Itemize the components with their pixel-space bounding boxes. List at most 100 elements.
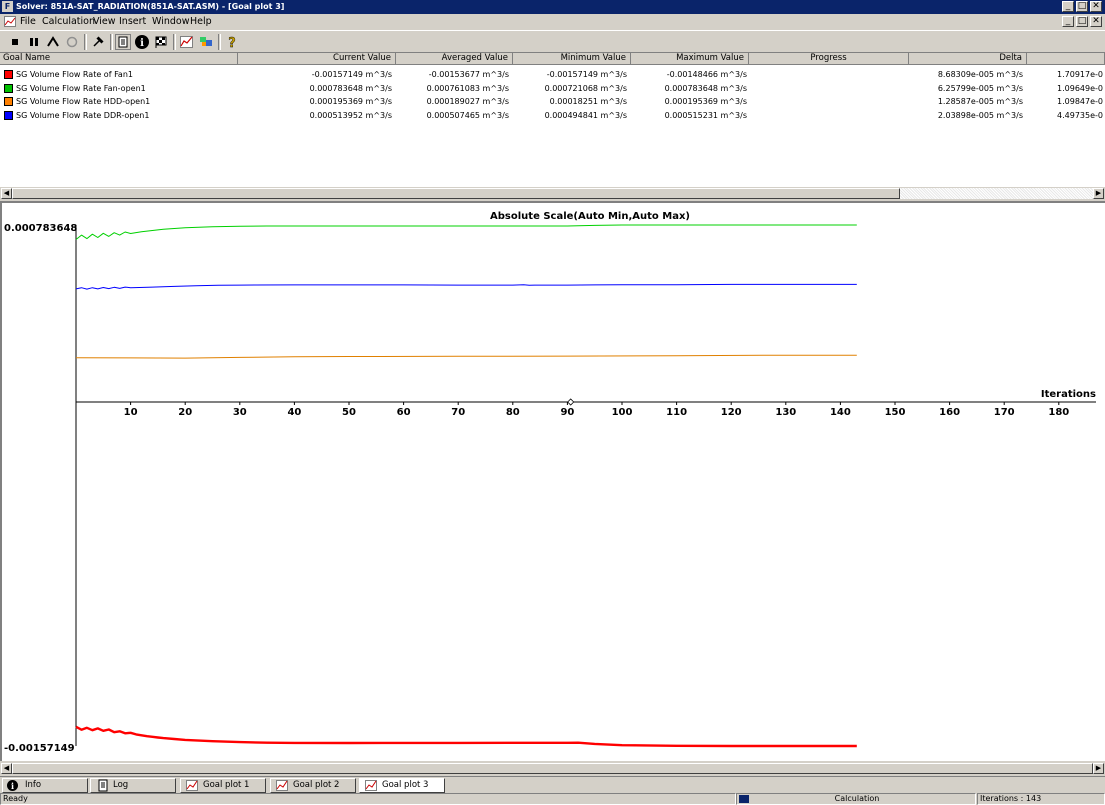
status-iterations: Iterations : 143 (977, 793, 1105, 805)
x-axis-title: Iterations (1041, 389, 1096, 400)
cell-current: 0.000783648 m^3/s (309, 83, 392, 93)
scroll-thumb[interactable] (12, 763, 1093, 774)
goal-plot-icon (276, 780, 288, 791)
x-tick-label: 60 (397, 407, 411, 418)
menu-help[interactable]: Help (190, 16, 212, 28)
svg-text:?: ? (228, 36, 236, 50)
column-header-averaged-value[interactable]: Averaged Value (396, 53, 513, 65)
toolbar-separator (173, 34, 176, 50)
mdi-minimize-button[interactable]: _ (1062, 16, 1074, 27)
scroll-thumb[interactable] (12, 188, 900, 199)
info-icon[interactable]: i (134, 34, 150, 50)
scroll-track[interactable] (900, 188, 1093, 199)
cell-delta: 2.03898e-005 m^3/s (937, 110, 1023, 120)
toolbar: i ? (0, 30, 1105, 53)
tab-label: Goal plot 1 (203, 780, 250, 790)
cell-extra: 1.09847e-0 (1057, 97, 1103, 106)
cell-extra: 4.49735e-0 (1057, 110, 1103, 120)
plot-horizontal-scrollbar[interactable]: ◀ ▶ (0, 761, 1105, 776)
table-horizontal-scrollbar[interactable]: ◀ ▶ (0, 187, 1105, 200)
x-tick-label: 50 (342, 407, 356, 418)
chart-icon[interactable] (4, 16, 16, 27)
x-tick-label: 30 (233, 407, 247, 418)
x-tick-label: 160 (939, 407, 960, 418)
toolbar-separator (218, 34, 221, 50)
column-header-delta[interactable]: Delta (909, 53, 1027, 65)
status-ready: Ready (0, 793, 736, 805)
tab-label: Goal plot 3 (382, 780, 429, 790)
x-tick-label: 80 (506, 407, 520, 418)
help-icon[interactable]: ? (224, 34, 240, 51)
column-header-progress[interactable]: Progress (749, 53, 909, 65)
pause-icon[interactable] (26, 34, 42, 50)
step-icon[interactable] (45, 34, 61, 50)
menu-insert[interactable]: Insert (119, 16, 146, 28)
column-header-maximum-value[interactable]: Maximum Value (631, 53, 749, 65)
cell-delta: 1.28587e-005 m^3/s (937, 97, 1023, 106)
tab-goal-plot-2[interactable]: Goal plot 2 (270, 778, 356, 793)
x-tick-label: 110 (666, 407, 687, 418)
close-button[interactable]: ✕ (1090, 1, 1102, 12)
series-color-swatch (4, 97, 13, 106)
stop-icon[interactable] (7, 34, 23, 50)
scroll-right-icon[interactable]: ▶ (1093, 763, 1104, 774)
status-calculation-progress: Calculation (736, 793, 976, 805)
cell-delta: 6.25799e-005 m^3/s (937, 83, 1023, 93)
table-row[interactable]: SG Volume Flow Rate Fan-open1 0.000783648… (0, 82, 1105, 95)
toolbar-separator (84, 34, 87, 50)
menu-window[interactable]: Window (152, 16, 189, 28)
svg-text:i: i (11, 781, 14, 791)
goal-plot-icon[interactable] (179, 34, 195, 50)
tab-goal-plot-3[interactable]: Goal plot 3 (359, 778, 445, 793)
cell-extra: 1.09649e-0 (1057, 83, 1103, 93)
menu-file[interactable]: File (20, 16, 36, 28)
x-tick-label: 170 (994, 407, 1015, 418)
cell-delta: 8.68309e-005 m^3/s (937, 70, 1023, 79)
column-header-minimum-value[interactable]: Minimum Value (513, 53, 631, 65)
x-tick-label: 40 (287, 407, 301, 418)
series-color-swatch (4, 110, 13, 120)
maximize-button[interactable]: □ (1076, 1, 1088, 12)
x-tick-label: 140 (830, 407, 851, 418)
flag-icon[interactable] (153, 34, 169, 50)
pin-icon[interactable] (90, 34, 106, 50)
document-icon[interactable] (115, 34, 131, 50)
table-row[interactable]: SG Volume Flow Rate HDD-open1 0.000195369… (0, 95, 1105, 108)
column-header-current-value[interactable]: Current Value (238, 53, 396, 65)
minimize-button[interactable]: _ (1062, 1, 1074, 12)
tab-goal-plot-1[interactable]: Goal plot 1 (180, 778, 266, 793)
svg-text:i: i (140, 38, 144, 49)
x-tick-label: 70 (451, 407, 465, 418)
series-line-0 (75, 224, 857, 240)
series-color-swatch (4, 70, 13, 79)
menu-calculation[interactable]: Calculation (42, 16, 95, 28)
table-row[interactable]: SG Volume Flow Rate of Fan1 -0.00157149 m… (0, 68, 1105, 81)
scroll-left-icon[interactable]: ◀ (1, 188, 12, 199)
table-row[interactable]: SG Volume Flow Rate DDR-open1 0.000513952… (0, 109, 1105, 122)
mdi-close-button[interactable]: ✕ (1090, 16, 1102, 27)
cut-plot-icon[interactable] (198, 34, 214, 50)
menu-view[interactable]: View (93, 16, 116, 28)
tab-log[interactable]: Log (90, 778, 176, 793)
cell-name: SG Volume Flow Rate of Fan1 (16, 70, 133, 79)
column-header-extra[interactable] (1027, 53, 1105, 65)
cell-maximum: 0.000783648 m^3/s (664, 83, 747, 93)
tab-label: Log (113, 780, 129, 790)
tab-label: Info (25, 780, 42, 790)
status-bar: Ready Calculation Iterations : 143 (0, 793, 1105, 805)
x-tick-label: 180 (1048, 407, 1069, 418)
y-max-label: 0.000783648 (4, 223, 77, 234)
window-title: Solver: 851A-SAT_RADIATION(851A-SAT.ASM)… (16, 2, 285, 11)
scroll-right-icon[interactable]: ▶ (1093, 188, 1104, 199)
cell-name: SG Volume Flow Rate DDR-open1 (16, 110, 150, 120)
cell-averaged: 0.000761083 m^3/s (426, 83, 509, 93)
scroll-left-icon[interactable]: ◀ (1, 763, 12, 774)
refresh-icon[interactable] (64, 34, 80, 50)
goal-plot-area: Absolute Scale(Auto Min,Auto Max) 0.0007… (0, 201, 1105, 761)
mdi-restore-button[interactable]: □ (1076, 16, 1088, 27)
cell-averaged: 0.000507465 m^3/s (426, 110, 509, 120)
log-icon (98, 779, 108, 792)
tab-info[interactable]: i Info (2, 778, 88, 793)
column-header-goal-name[interactable]: Goal Name (0, 53, 238, 65)
toolbar-separator (110, 34, 113, 50)
